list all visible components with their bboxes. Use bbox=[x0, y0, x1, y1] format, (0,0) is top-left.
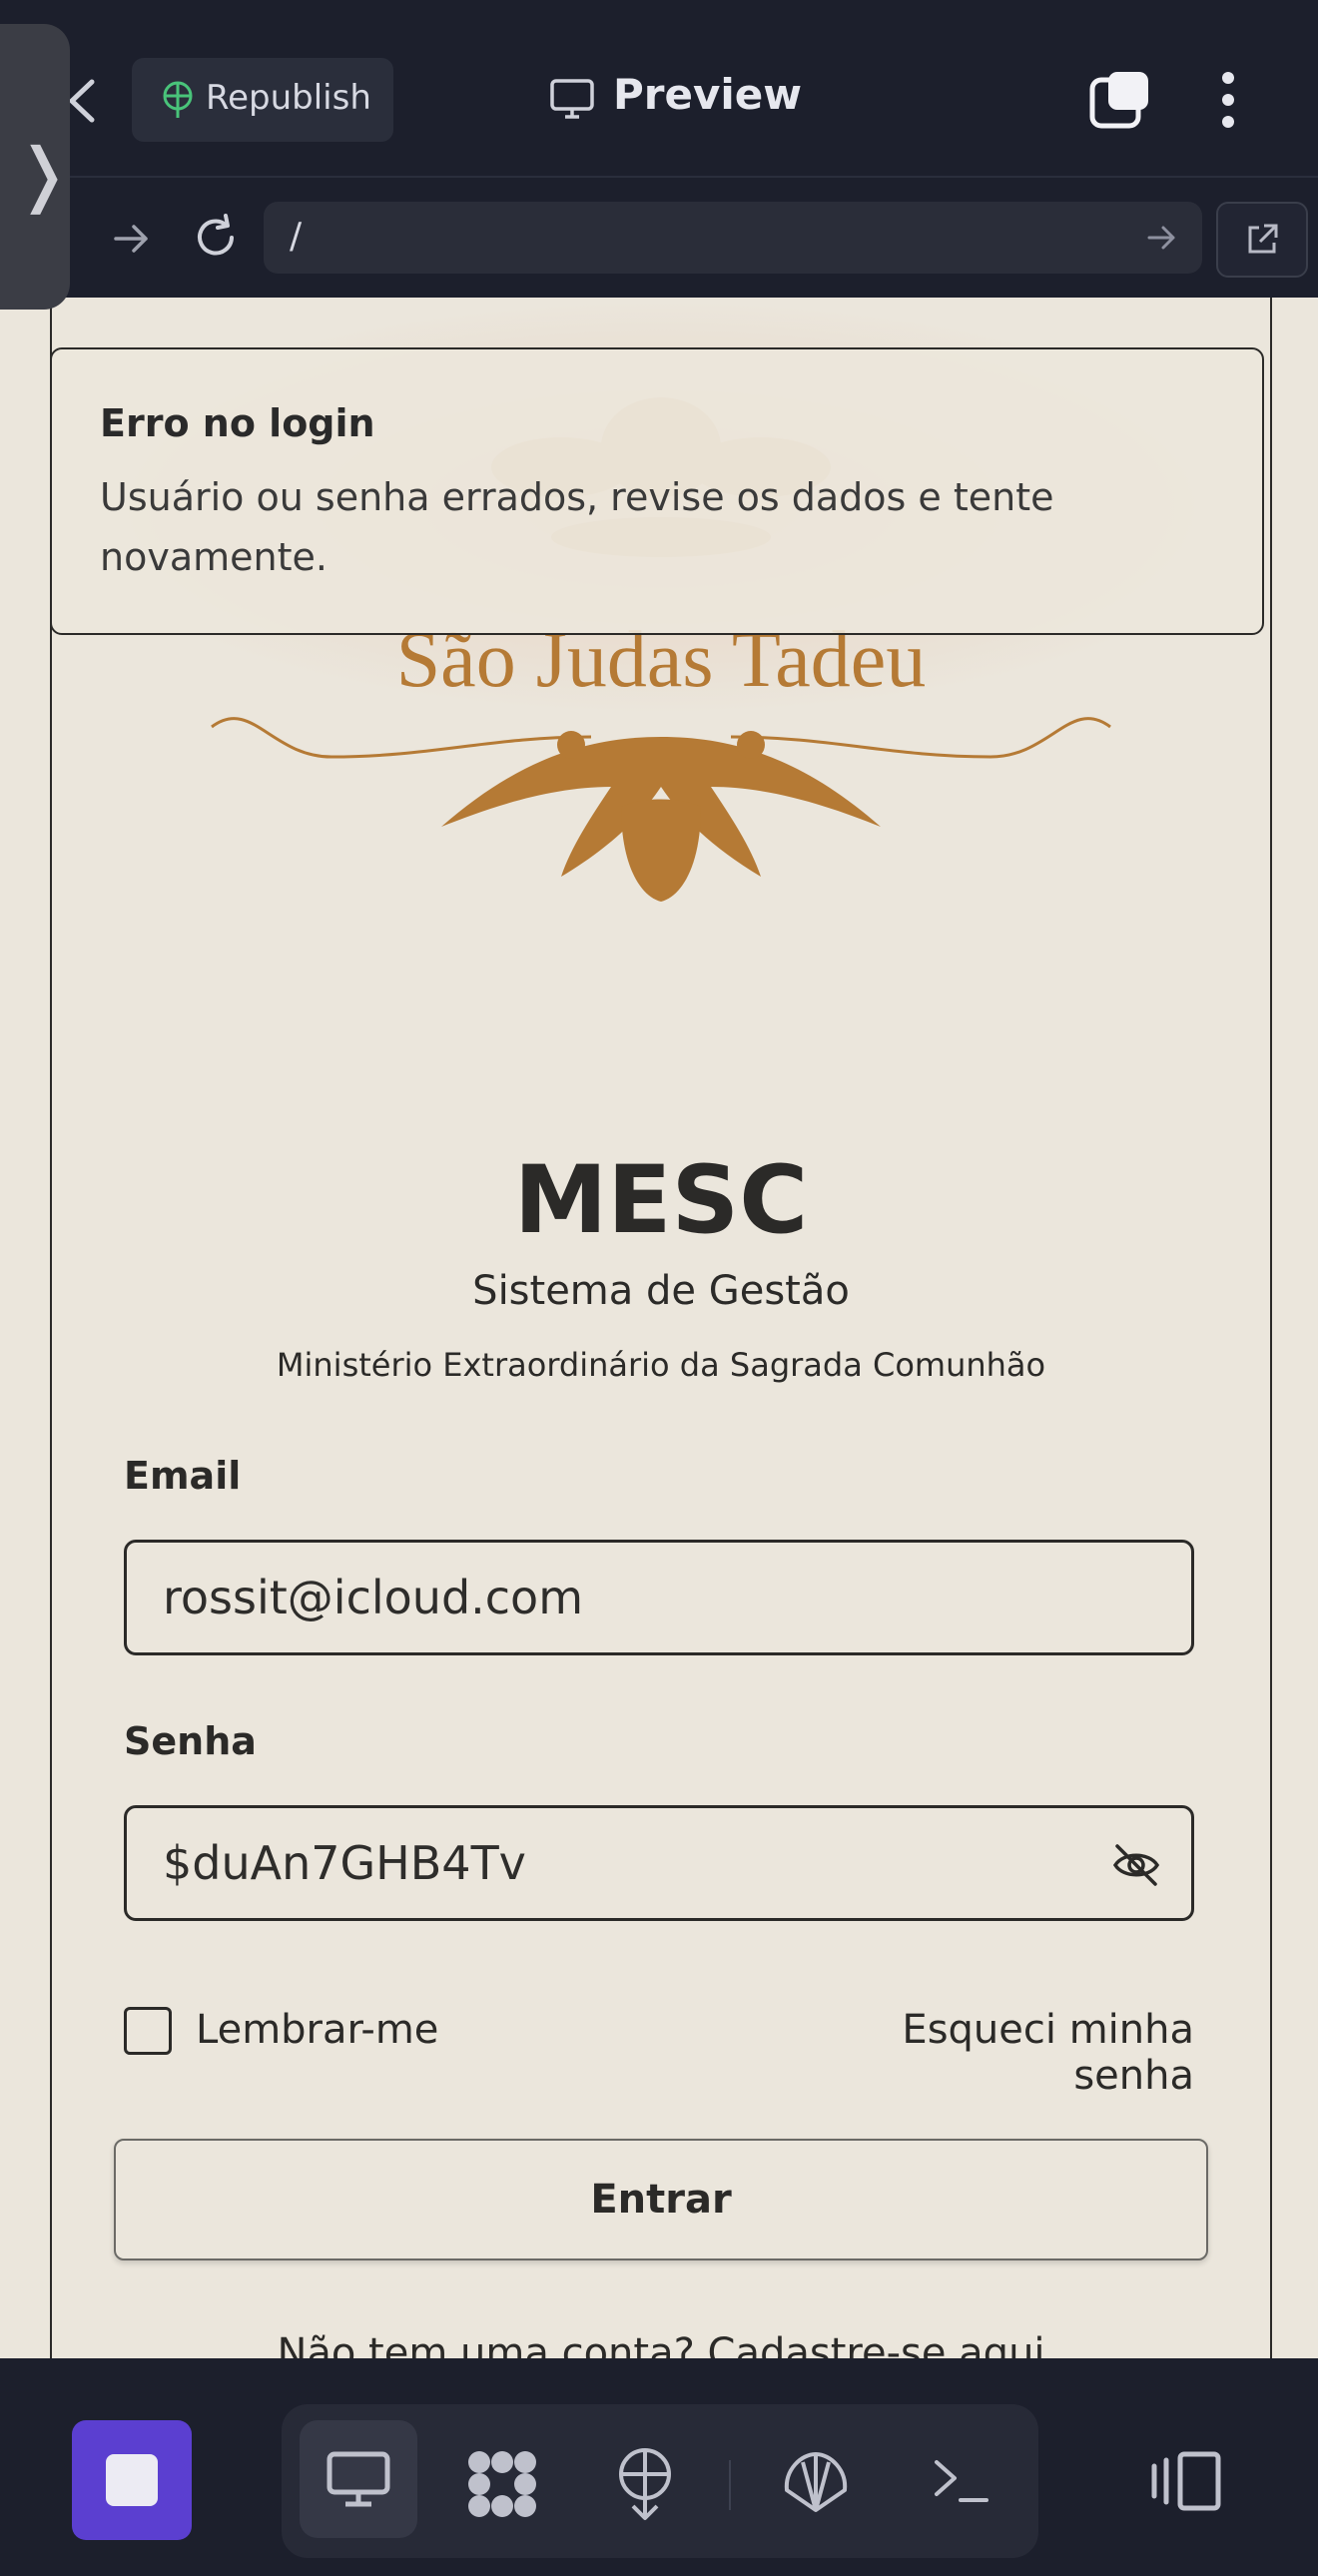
password-field[interactable]: $duAn7GHB4Tv bbox=[124, 1805, 1194, 1921]
email-field[interactable]: rossit@icloud.com bbox=[124, 1540, 1194, 1655]
toast-title: Erro no login bbox=[100, 401, 375, 445]
panel-layout-icon[interactable] bbox=[1150, 2450, 1222, 2512]
toast-message: Usuário ou senha errados, revise os dado… bbox=[100, 475, 1054, 579]
stop-button[interactable] bbox=[72, 2420, 192, 2540]
external-link-icon bbox=[1248, 224, 1278, 254]
url-input[interactable]: / bbox=[264, 202, 1202, 274]
tabs-icon[interactable] bbox=[1088, 68, 1152, 132]
shell-icon[interactable] bbox=[781, 2450, 851, 2514]
app-tagline: Ministério Extraordinário da Sagrada Com… bbox=[276, 1346, 1046, 1384]
signup-link[interactable]: Não tem uma conta? Cadastre-se aqui bbox=[52, 2330, 1270, 2358]
republish-button[interactable]: Republish bbox=[132, 58, 393, 142]
preview-monitor-icon[interactable] bbox=[326, 2450, 391, 2508]
globe-upload-icon bbox=[163, 81, 193, 118]
reload-icon[interactable] bbox=[192, 214, 240, 262]
remember-checkbox[interactable] bbox=[124, 2007, 172, 2055]
side-panel-handle[interactable]: ❭ bbox=[0, 24, 73, 310]
deploy-icon[interactable] bbox=[613, 2446, 677, 2522]
email-label: Email bbox=[124, 1454, 242, 1498]
top-toolbar: Republish Preview bbox=[0, 0, 1318, 178]
password-value: $duAn7GHB4Tv bbox=[163, 1836, 526, 1890]
url-text: / bbox=[290, 216, 303, 257]
republish-label: Republish bbox=[206, 78, 371, 118]
monitor-icon bbox=[550, 79, 594, 119]
preview-title: Preview bbox=[613, 70, 803, 119]
remember-label: Lembrar-me bbox=[196, 2007, 439, 2053]
eye-off-icon[interactable] bbox=[1111, 1842, 1161, 1888]
password-label: Senha bbox=[124, 1719, 257, 1763]
terminal-icon[interactable] bbox=[931, 2454, 990, 2506]
dock-divider bbox=[729, 2460, 731, 2510]
forgot-password-link[interactable]: Esqueci minha senha bbox=[781, 2007, 1194, 2099]
login-button[interactable]: Entrar bbox=[114, 2139, 1208, 2260]
go-arrow-icon[interactable] bbox=[1146, 224, 1178, 252]
left-margin bbox=[0, 298, 50, 2358]
app-title: MESC bbox=[513, 1146, 809, 1255]
bottom-dock-bar bbox=[0, 2358, 1318, 2576]
ornamental-flourish-icon bbox=[211, 717, 1111, 902]
email-value: rossit@icloud.com bbox=[163, 1571, 584, 1624]
app-subtitle: Sistema de Gestão bbox=[472, 1268, 850, 1314]
workflows-icon[interactable] bbox=[465, 2448, 539, 2520]
forward-arrow-icon[interactable] bbox=[112, 222, 152, 256]
open-external-button[interactable] bbox=[1216, 202, 1308, 278]
more-vertical-icon[interactable] bbox=[1216, 70, 1240, 130]
error-toast: Erro no login Usuário ou senha errados, … bbox=[50, 347, 1264, 635]
right-margin bbox=[1270, 298, 1318, 2358]
chevron-right-icon: ❭ bbox=[14, 133, 73, 215]
stop-square-icon bbox=[106, 2454, 158, 2506]
